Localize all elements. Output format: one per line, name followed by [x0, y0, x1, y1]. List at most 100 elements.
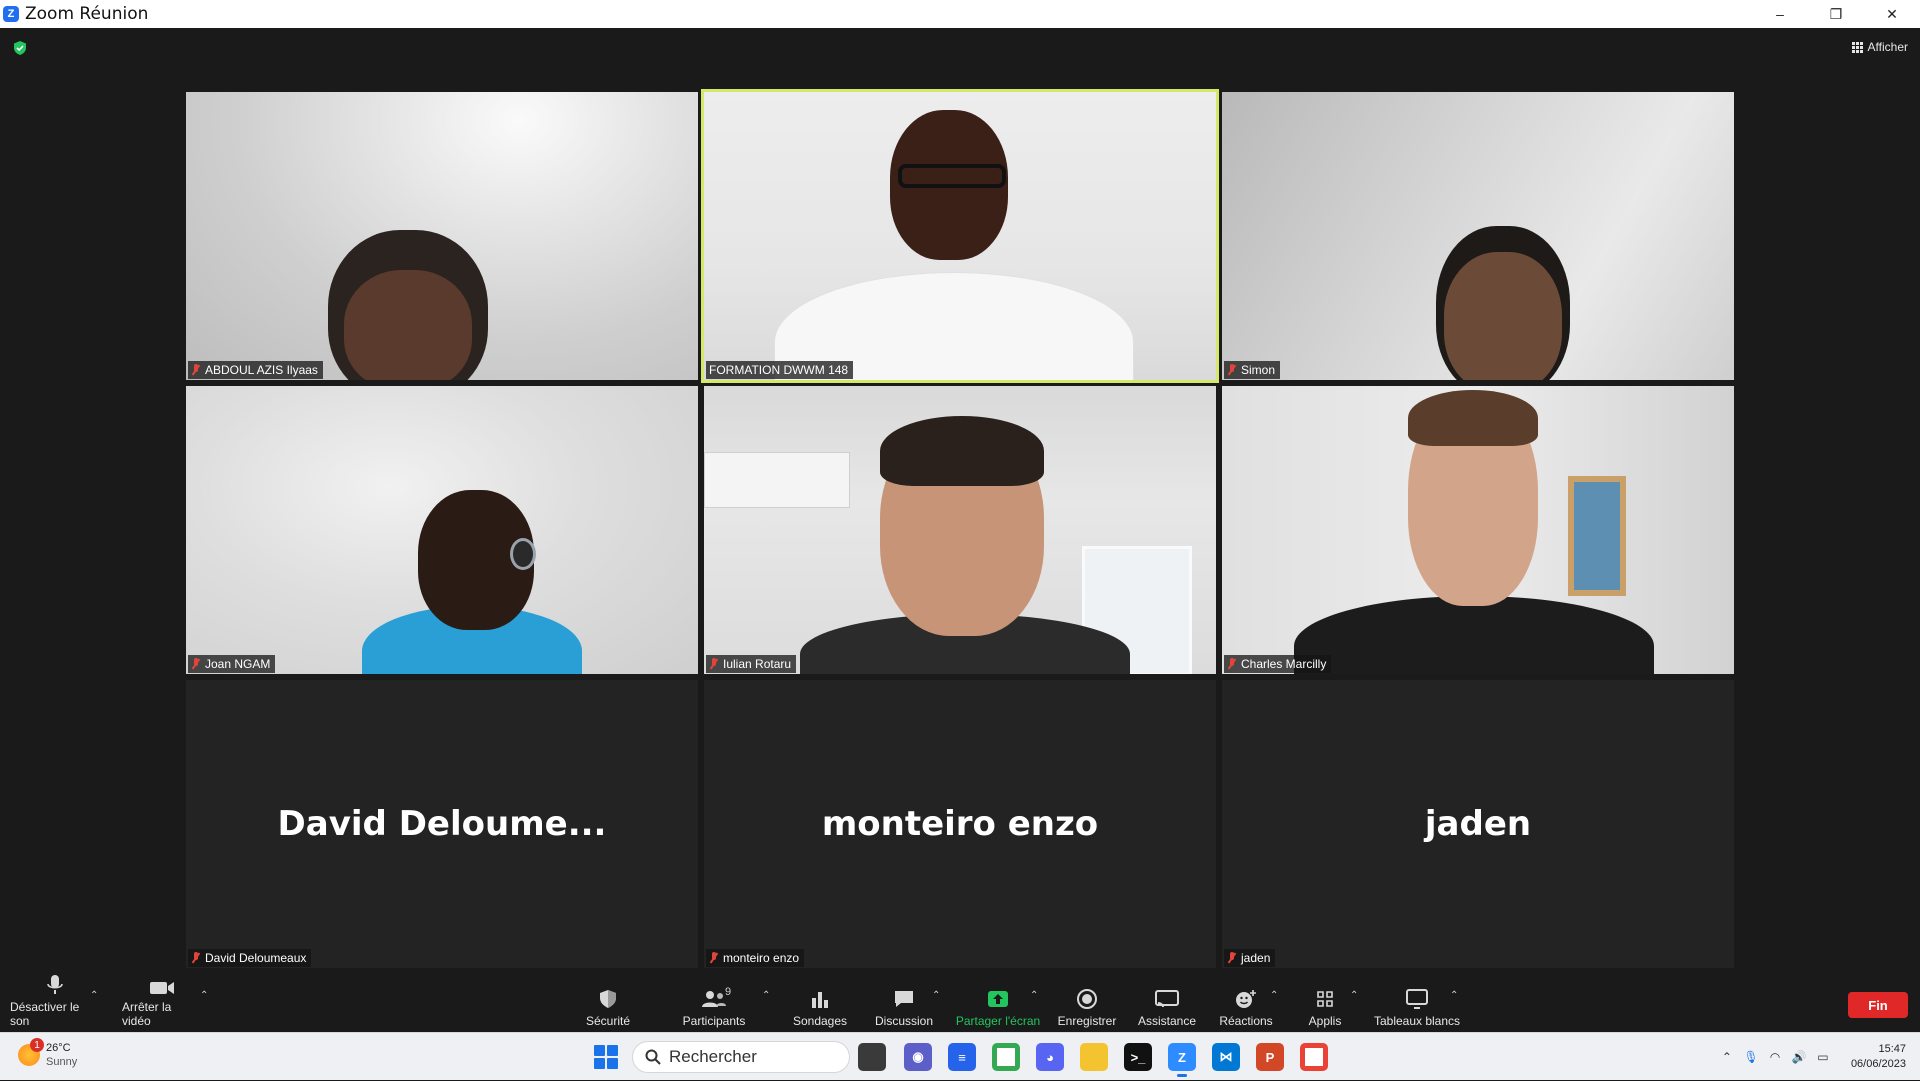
window-title: Zoom Réunion [25, 4, 149, 24]
apps-options-chevron-icon[interactable]: ⌃ [1350, 990, 1358, 1001]
whiteboards-button[interactable]: Tableaux blancs [1372, 984, 1462, 1028]
notepad-icon[interactable]: ≡ [948, 1043, 976, 1071]
smiley-plus-icon [1236, 990, 1256, 1008]
restore-button[interactable]: ❐ [1808, 0, 1864, 28]
apps-button[interactable]: Applis [1300, 984, 1350, 1028]
participant-name: Charles Marcilly [1241, 657, 1327, 671]
share-options-chevron-icon[interactable]: ⌃ [1030, 990, 1038, 1001]
security-label: Sécurité [585, 1014, 631, 1028]
encryption-shield-icon[interactable] [12, 40, 28, 56]
apps-icon [1317, 991, 1333, 1007]
share-screen-button[interactable]: Partager l'écran [954, 984, 1042, 1028]
minimize-button[interactable]: – [1752, 0, 1808, 28]
video-options-chevron-icon[interactable]: ⌃ [200, 990, 208, 1001]
mute-button[interactable]: Désactiver le son [10, 975, 100, 1028]
participants-options-chevron-icon[interactable]: ⌃ [762, 990, 770, 1001]
mic-muted-icon [1227, 658, 1237, 670]
mic-muted-icon [1227, 364, 1237, 376]
view-button[interactable]: Afficher [1851, 40, 1908, 54]
participant-tile[interactable]: Charles Marcilly [1222, 386, 1734, 674]
chevron-up-icon[interactable]: ⌃ [1715, 1045, 1739, 1069]
chat-options-chevron-icon[interactable]: ⌃ [932, 990, 940, 1001]
bar-chart-icon [812, 992, 828, 1008]
clock-time: 15:47 [1878, 1043, 1906, 1055]
task-view-icon[interactable] [858, 1043, 886, 1071]
meeting-toolbar: Désactiver le son ⌃ Arrêter la vidéo ⌃ S… [0, 975, 1920, 1032]
search-icon [645, 1049, 661, 1065]
reactions-options-chevron-icon[interactable]: ⌃ [1270, 990, 1278, 1001]
weather-widget[interactable]: 1 26°C Sunny [18, 1038, 78, 1069]
mic-muted-icon [709, 952, 719, 964]
mute-label: Désactiver le son [10, 1000, 80, 1028]
end-meeting-button[interactable]: Fin [1848, 992, 1908, 1018]
participants-label: Participants [682, 1014, 746, 1028]
mic-muted-icon [191, 952, 201, 964]
record-label: Enregistrer [1057, 1014, 1117, 1028]
participant-tile-active-speaker[interactable]: FORMATION DWWM 148 [701, 89, 1219, 383]
wifi-icon[interactable]: ◠ [1763, 1045, 1787, 1069]
share-screen-label: Partager l'écran [955, 1014, 1041, 1028]
polls-button[interactable]: Sondages [790, 984, 850, 1028]
terminal-icon[interactable]: >_ [1124, 1043, 1152, 1071]
meeting-area: Afficher ABDOUL AZIS Ilyaas FORMATION DW… [0, 28, 1920, 980]
discord-icon[interactable]: ◕ [1036, 1043, 1064, 1071]
whiteboards-label: Tableaux blancs [1373, 1014, 1461, 1028]
powerpoint-icon[interactable]: P [1256, 1043, 1284, 1071]
participant-name: David Deloumeaux [205, 951, 307, 965]
mic-muted-icon [191, 658, 201, 670]
windows-start-icon[interactable] [594, 1045, 618, 1069]
view-label: Afficher [1867, 40, 1908, 54]
microphone-in-use-icon[interactable]: 🎙 [1739, 1045, 1763, 1069]
chat-button[interactable]: Discussion [872, 984, 936, 1028]
participant-tile[interactable]: ABDOUL AZIS Ilyaas [186, 92, 698, 380]
taskbar-clock[interactable]: 15:47 06/06/2023 [1851, 1042, 1906, 1072]
taskbar-search-box[interactable]: Rechercher [632, 1041, 850, 1073]
weather-temperature: 26°C [46, 1042, 71, 1054]
record-icon [1077, 989, 1097, 1009]
participant-name-label: Joan NGAM [188, 655, 276, 673]
system-tray: ⌃ 🎙 ◠ 🔊 ▭ 15:47 06/06/2023 [1715, 1033, 1920, 1081]
record-button[interactable]: Enregistrer [1056, 984, 1118, 1028]
mic-muted-icon [709, 658, 719, 670]
participant-name: FORMATION DWWM 148 [709, 363, 849, 377]
participant-tile[interactable]: Simon [1222, 92, 1734, 380]
zoom-taskbar-icon[interactable]: Z [1168, 1043, 1196, 1077]
participant-tile-no-video[interactable]: David Deloume... David Deloumeaux [186, 680, 698, 968]
security-button[interactable]: Sécurité [578, 984, 638, 1028]
volume-icon[interactable]: 🔊 [1787, 1045, 1811, 1069]
mic-muted-icon [1227, 952, 1237, 964]
mic-muted-icon [191, 364, 201, 376]
assistance-button[interactable]: Assistance [1136, 984, 1198, 1028]
close-button[interactable]: ✕ [1864, 0, 1920, 28]
battery-icon[interactable]: ▭ [1811, 1045, 1835, 1069]
participant-video [704, 386, 1216, 674]
file-explorer-icon[interactable] [1080, 1043, 1108, 1071]
stop-video-button[interactable]: Arrêter la vidéo [122, 982, 202, 1028]
grid-view-icon [1851, 41, 1863, 53]
teams-chat-icon[interactable]: ◉ [904, 1043, 932, 1071]
participant-tile-no-video[interactable]: monteiro enzo monteiro enzo [704, 680, 1216, 968]
participant-tile[interactable]: Iulian Rotaru [704, 386, 1216, 674]
reactions-button[interactable]: Réactions [1216, 984, 1276, 1028]
audio-options-chevron-icon[interactable]: ⌃ [90, 990, 98, 1001]
participant-name: Joan NGAM [205, 657, 271, 671]
windows-taskbar: 1 26°C Sunny Rechercher ◉ ≡ ◕ >_ Z ⋈ P ⌃… [0, 1032, 1920, 1080]
vscode-icon[interactable]: ⋈ [1212, 1043, 1240, 1071]
participant-tile-no-video[interactable]: jaden jaden [1222, 680, 1734, 968]
zoom-logo-icon: Z [3, 6, 19, 22]
assistance-label: Assistance [1137, 1014, 1197, 1028]
chrome-profile-icon[interactable] [1300, 1043, 1328, 1071]
reactions-label: Réactions [1219, 1014, 1273, 1028]
weather-condition: Sunny [46, 1056, 78, 1068]
chrome-icon[interactable] [992, 1043, 1020, 1071]
stop-video-label: Arrêter la vidéo [122, 1000, 172, 1028]
participants-button[interactable]: 9 Participants [676, 984, 752, 1028]
participant-tile[interactable]: Joan NGAM [186, 386, 698, 674]
polls-label: Sondages [792, 1014, 848, 1028]
apps-label: Applis [1308, 1014, 1342, 1028]
participant-video [1222, 92, 1734, 380]
whiteboards-options-chevron-icon[interactable]: ⌃ [1450, 990, 1458, 1001]
chat-bubble-icon [895, 991, 913, 1007]
participant-video [704, 92, 1216, 380]
window-controls: – ❐ ✕ [1752, 0, 1920, 28]
